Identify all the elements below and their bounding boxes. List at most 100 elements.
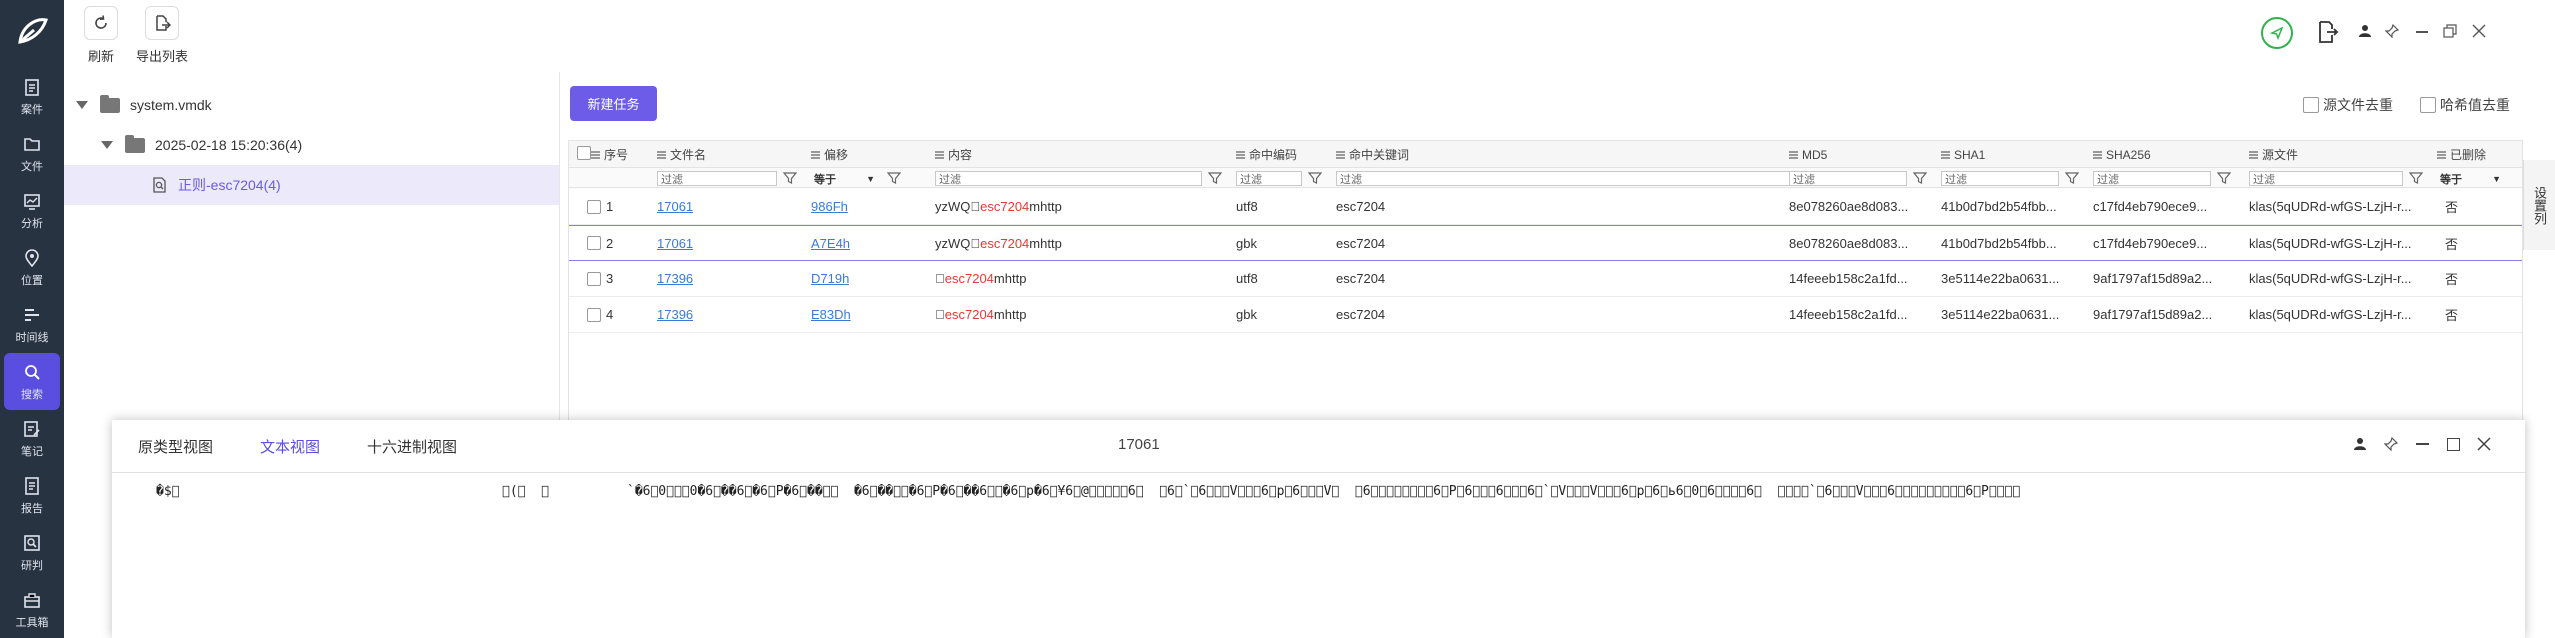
drag-handle-icon[interactable]: [1789, 150, 1798, 159]
column-header-sha256[interactable]: SHA256: [2093, 141, 2151, 168]
drag-handle-icon[interactable]: [2437, 150, 2446, 159]
filter-input-offset[interactable]: 等于 ▼: [811, 171, 881, 186]
row-checkbox[interactable]: [587, 271, 601, 286]
close-icon[interactable]: [2474, 434, 2494, 454]
filter-icon[interactable]: [1307, 171, 1323, 185]
export-list-button[interactable]: 导出列表: [136, 6, 188, 65]
drag-handle-icon[interactable]: [1336, 150, 1345, 159]
filter-input-name[interactable]: 过滤: [657, 171, 777, 186]
column-header-deleted[interactable]: 已删除: [2437, 141, 2486, 168]
file-name-link[interactable]: 17061: [657, 236, 693, 251]
row-select[interactable]: 1: [587, 189, 613, 224]
tab-text-view[interactable]: 文本视图: [260, 436, 320, 457]
offset-link[interactable]: E83Dh: [811, 307, 851, 322]
row-select[interactable]: 3: [587, 261, 613, 296]
restore-icon[interactable]: [2443, 24, 2457, 41]
row-select[interactable]: 2: [587, 226, 613, 260]
sidebar-item-location[interactable]: 位置: [0, 239, 64, 296]
dedupe-hash-checkbox[interactable]: [2420, 97, 2436, 113]
minimize-icon[interactable]: [2416, 31, 2428, 33]
minimize-icon[interactable]: [2412, 434, 2432, 454]
sidebar-item-search[interactable]: 搜索: [4, 353, 60, 410]
drag-handle-icon[interactable]: [657, 150, 666, 159]
column-header-source[interactable]: 源文件: [2249, 141, 2298, 168]
sidebar-item-file[interactable]: 文件: [0, 125, 64, 182]
status-ok-icon[interactable]: [2261, 17, 2293, 49]
offset-link[interactable]: A7E4h: [811, 236, 850, 251]
filter-input-sha256[interactable]: 过滤: [2093, 171, 2211, 186]
drag-handle-icon[interactable]: [591, 150, 600, 159]
filter-icon[interactable]: [2408, 171, 2424, 185]
tab-raw-view[interactable]: 原类型视图: [138, 436, 213, 457]
filter-input-deleted[interactable]: 等于 ▼: [2437, 171, 2507, 186]
file-name-link[interactable]: 17396: [657, 307, 693, 322]
sidebar-item-timeline[interactable]: 时间线: [0, 296, 64, 353]
close-icon[interactable]: [2472, 24, 2486, 41]
user-icon[interactable]: [2350, 434, 2370, 454]
table-row[interactable]: 2 17061 A7E4h yzWQ  esc7204 mhttp gbk esc7204 8e…: [569, 225, 2522, 261]
refresh-button[interactable]: 刷新: [84, 6, 118, 65]
file-name-link[interactable]: 17061: [657, 199, 693, 214]
drag-handle-icon[interactable]: [2249, 150, 2258, 159]
drag-handle-icon[interactable]: [1236, 150, 1245, 159]
pin-icon[interactable]: [2381, 434, 2401, 454]
offset-link[interactable]: D719h: [811, 271, 849, 286]
sidebar-item-toolbox[interactable]: 工具箱: [0, 581, 64, 638]
maximize-icon[interactable]: [2443, 434, 2463, 454]
table-row[interactable]: 4 17396 E83Dh   esc7204 mhttp gbk esc7204 14feee…: [569, 297, 2522, 333]
sidebar-item-analysis[interactable]: 分析: [0, 182, 64, 239]
logout-icon[interactable]: [2317, 20, 2339, 47]
row-checkbox[interactable]: [587, 307, 601, 322]
row-select[interactable]: 4: [587, 297, 613, 332]
column-header-sha1[interactable]: SHA1: [1941, 141, 1985, 168]
drag-handle-icon[interactable]: [2093, 150, 2102, 159]
column-header-md5[interactable]: MD5: [1789, 141, 1827, 168]
file-name-link[interactable]: 17396: [657, 271, 693, 286]
user-icon[interactable]: [2358, 24, 2372, 41]
chevron-down-icon[interactable]: [76, 101, 88, 109]
drag-handle-icon[interactable]: [935, 150, 944, 159]
filter-input-sha1[interactable]: 过滤: [1941, 171, 2059, 186]
select-all-checkbox[interactable]: [577, 146, 591, 160]
column-header-content[interactable]: 内容: [935, 141, 972, 168]
new-task-button[interactable]: 新建任务: [570, 86, 657, 121]
column-header-name[interactable]: 文件名: [657, 141, 706, 168]
sidebar-item-judge[interactable]: 研判: [0, 524, 64, 581]
row-checkbox[interactable]: [587, 236, 601, 250]
filter-input-md5[interactable]: 过滤: [1789, 171, 1907, 186]
column-header-seq[interactable]: 序号: [591, 141, 628, 168]
tree-node-child[interactable]: 2025-02-18 15:20:36(4): [64, 125, 559, 165]
drag-handle-icon[interactable]: [811, 150, 820, 159]
filter-icon[interactable]: [1207, 171, 1223, 185]
filter-input-keyword[interactable]: 过滤: [1336, 171, 1837, 186]
chevron-down-icon[interactable]: [101, 141, 113, 149]
filter-icon[interactable]: [1912, 171, 1928, 185]
tab-hex-view[interactable]: 十六进制视图: [367, 436, 457, 457]
tree-node-root[interactable]: system.vmdk: [64, 85, 559, 125]
filter-icon[interactable]: [782, 171, 798, 185]
filter-icon[interactable]: [2064, 171, 2080, 185]
filter-icon[interactable]: [2216, 171, 2232, 185]
column-header-offset[interactable]: 偏移: [811, 141, 848, 168]
column-header-keyword[interactable]: 命中关键词: [1336, 141, 1409, 168]
sidebar-item-report[interactable]: 报告: [0, 467, 64, 524]
pin-icon[interactable]: [2384, 23, 2400, 41]
table-row[interactable]: 1 17061 986Fh yzWQ  esc7204 mhttp utf8 esc7204 8…: [569, 189, 2522, 225]
tree-node-leaf[interactable]: 正则-esc7204(4): [64, 165, 559, 205]
filter-icon[interactable]: [886, 171, 902, 185]
offset-link[interactable]: 986Fh: [811, 199, 848, 214]
dedupe-hash-option[interactable]: 哈希值去重: [2420, 95, 2510, 115]
sidebar-item-case[interactable]: 案件: [0, 68, 64, 125]
dedupe-source-checkbox[interactable]: [2303, 97, 2319, 113]
column-header-encoding[interactable]: 命中编码: [1236, 141, 1297, 168]
table-row[interactable]: 3 17396 D719h   esc7204 mhttp utf8 esc7204 14fee…: [569, 261, 2522, 297]
dedupe-source-option[interactable]: 源文件去重: [2303, 95, 2393, 115]
filter-input-content[interactable]: 过滤: [935, 171, 1202, 186]
drag-handle-icon[interactable]: [1941, 150, 1950, 159]
filter-input-encoding[interactable]: 过滤: [1236, 171, 1302, 186]
row-checkbox[interactable]: [587, 199, 601, 214]
sidebar-item-label: 时间线: [15, 331, 49, 344]
sidebar-item-note[interactable]: 笔记: [0, 410, 64, 467]
filter-input-source[interactable]: 过滤: [2249, 171, 2403, 186]
column-settings-tab[interactable]: 设置列: [2523, 160, 2555, 250]
